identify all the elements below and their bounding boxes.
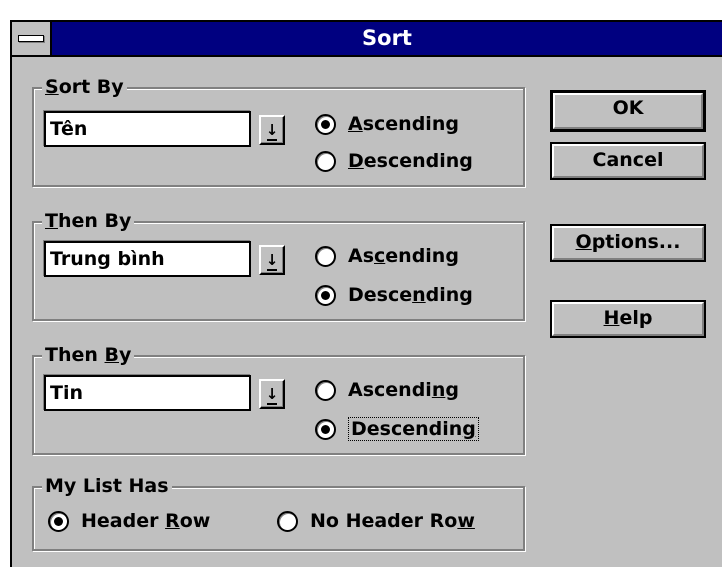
window-title: Sort — [362, 26, 412, 50]
then-by-1-dropdown-button[interactable]: ↓ — [259, 245, 285, 275]
then-by-2-group: Then By Tin ↓ Ascending Descending — [32, 343, 525, 455]
then-by-2-descending-label: Descending — [348, 417, 479, 441]
radio-selected-icon — [315, 113, 336, 135]
radio-selected-icon — [315, 418, 336, 440]
radio-selected-icon — [48, 510, 69, 532]
then-by-2-ascending-label: Ascending — [348, 379, 459, 401]
sort-by-group: Sort By Tên ↓ Ascending Descending — [32, 75, 525, 187]
then-by-1-legend: Then By — [42, 209, 135, 233]
then-by-2-ascending-radio[interactable]: Ascending — [315, 379, 459, 401]
radio-unselected-icon — [315, 245, 336, 267]
no-header-row-label: No Header Row — [310, 510, 475, 532]
radio-unselected-icon — [315, 379, 336, 401]
then-by-2-field[interactable]: Tin — [44, 375, 251, 411]
help-button[interactable]: Help — [550, 300, 706, 338]
my-list-has-legend: My List Has — [42, 474, 172, 498]
then-by-1-descending-radio[interactable]: Descending — [315, 284, 473, 306]
header-row-radio[interactable]: Header Row — [48, 510, 210, 532]
then-by-1-descending-label: Descending — [348, 284, 473, 306]
radio-selected-icon — [315, 284, 336, 306]
header-row-label: Header Row — [81, 510, 211, 532]
then-by-1-group: Then By Trung bình ↓ Ascending Descendin… — [32, 209, 525, 321]
then-by-1-ascending-label: Ascending — [348, 245, 459, 267]
radio-unselected-icon — [315, 150, 336, 172]
cancel-button[interactable]: Cancel — [550, 142, 706, 180]
then-by-1-field[interactable]: Trung bình — [44, 241, 251, 277]
sort-by-descending-label: Descending — [348, 150, 473, 172]
radio-unselected-icon — [277, 510, 298, 532]
sort-by-dropdown-button[interactable]: ↓ — [259, 115, 285, 145]
dropdown-arrow-icon: ↓ — [261, 250, 283, 271]
no-header-row-radio[interactable]: No Header Row — [277, 510, 475, 532]
sort-by-legend: Sort By — [42, 75, 127, 99]
then-by-1-ascending-radio[interactable]: Ascending — [315, 245, 459, 267]
sort-by-descending-radio[interactable]: Descending — [315, 150, 473, 172]
ok-button[interactable]: OK — [550, 90, 706, 132]
sort-by-field[interactable]: Tên — [44, 111, 251, 147]
then-by-2-descending-radio[interactable]: Descending — [315, 417, 479, 441]
dropdown-arrow-icon: ↓ — [261, 120, 283, 141]
then-by-2-legend: Then By — [42, 343, 135, 367]
options-button[interactable]: Options... — [550, 224, 706, 262]
title-bar[interactable]: Sort — [12, 22, 722, 57]
sort-dialog: Sort Sort By Tên ↓ Ascending Descending … — [10, 20, 722, 567]
system-menu-icon[interactable] — [12, 22, 52, 55]
sort-by-ascending-radio[interactable]: Ascending — [315, 113, 459, 135]
sort-by-ascending-label: Ascending — [348, 113, 459, 135]
dropdown-arrow-icon: ↓ — [261, 384, 283, 405]
my-list-has-group: My List Has Header Row No Header Row — [32, 474, 525, 551]
then-by-2-dropdown-button[interactable]: ↓ — [259, 379, 285, 409]
